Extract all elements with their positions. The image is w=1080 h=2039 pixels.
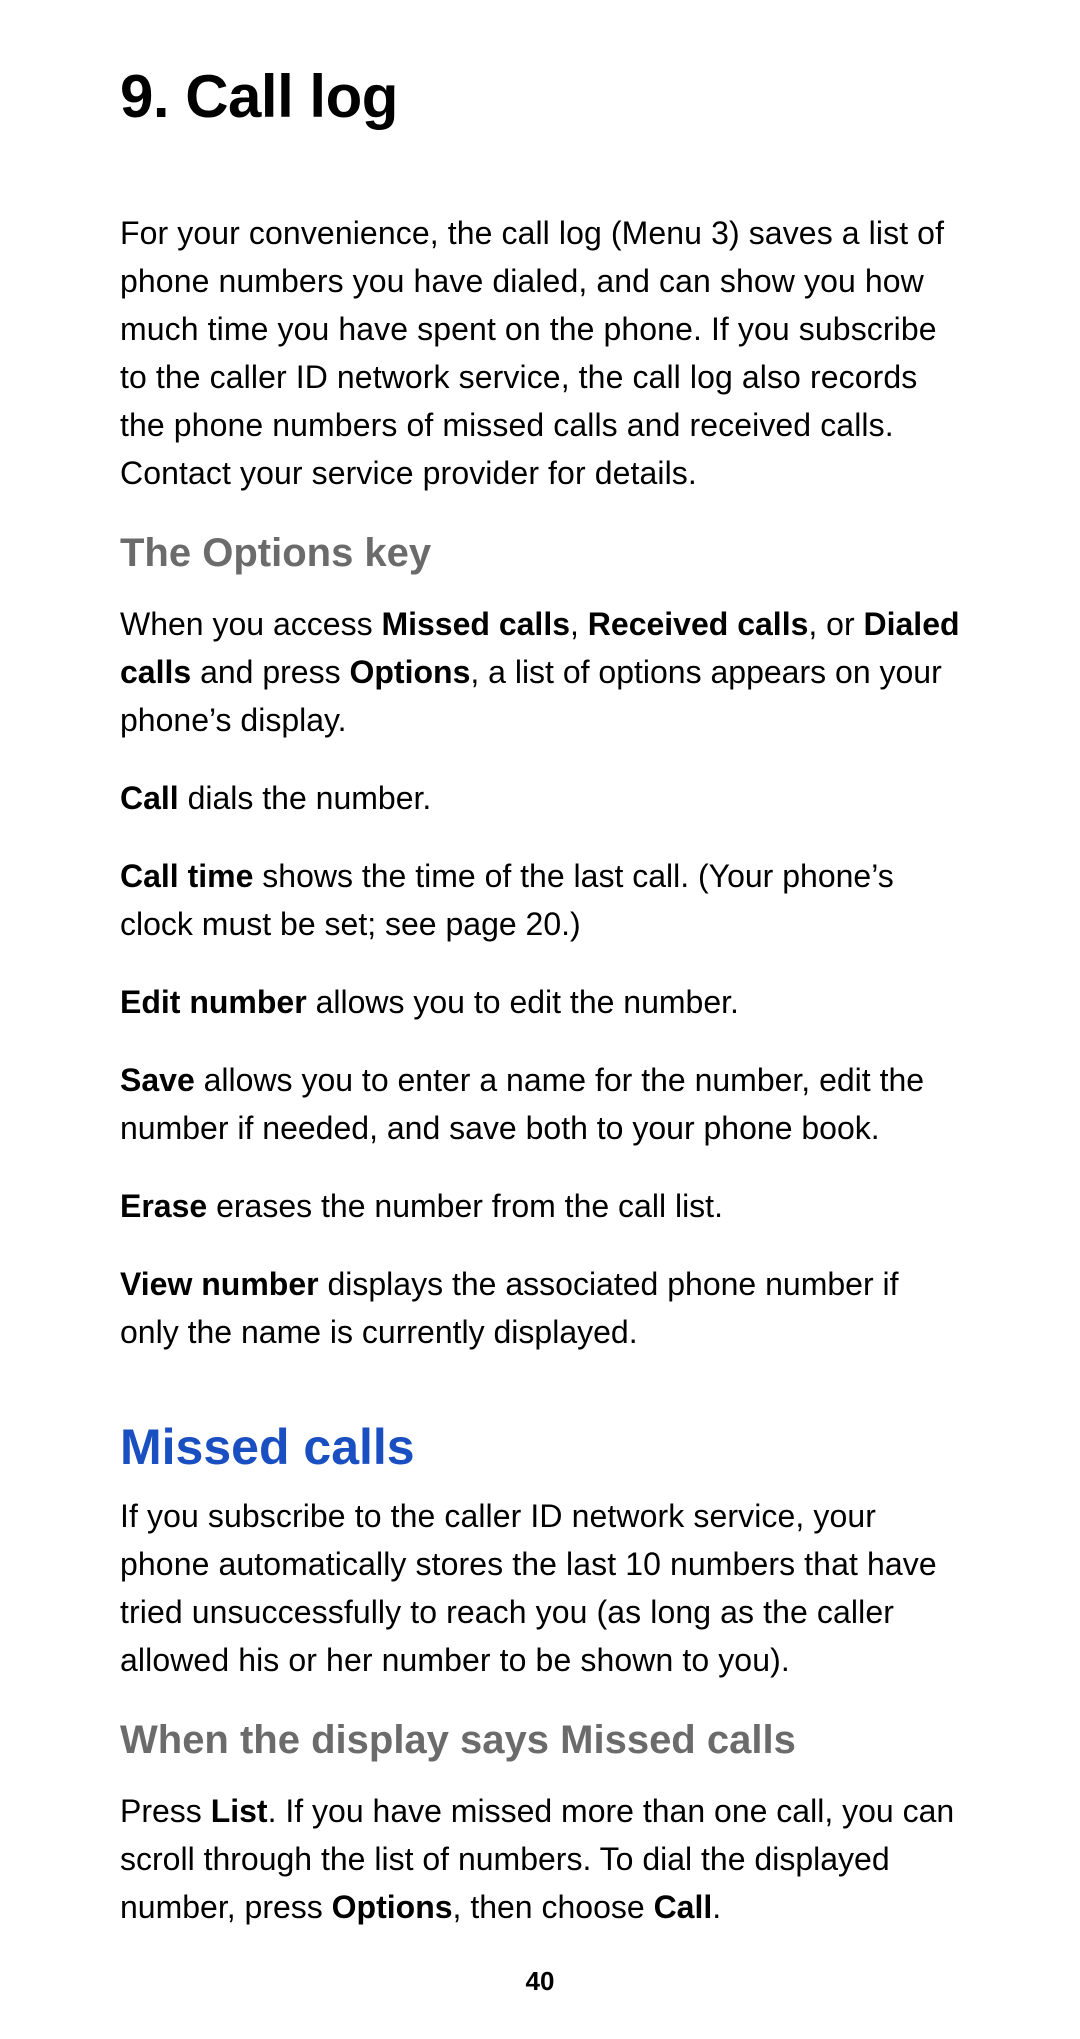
missed-calls-heading: Missed calls [120, 1418, 960, 1476]
option-edit-number-term: Edit number [120, 984, 307, 1020]
option-save-term: Save [120, 1062, 195, 1098]
text-fragment: . [712, 1889, 721, 1925]
option-call: Call dials the number. [120, 774, 960, 822]
bold-call: Call [654, 1889, 713, 1925]
missed-calls-instructions: Press List. If you have missed more than… [120, 1787, 960, 1931]
text-fragment: , or [808, 606, 863, 642]
option-call-time-term: Call time [120, 858, 253, 894]
option-edit-number-desc: allows you to edit the number. [307, 984, 739, 1020]
option-edit-number: Edit number allows you to edit the numbe… [120, 978, 960, 1026]
manual-page: 9. Call log For your convenience, the ca… [0, 0, 1080, 2039]
bold-options: Options [332, 1889, 453, 1925]
missed-calls-intro: If you subscribe to the caller ID networ… [120, 1492, 960, 1684]
text-fragment: , then choose [453, 1889, 654, 1925]
option-view-number: View number displays the associated phon… [120, 1260, 960, 1356]
option-call-desc: dials the number. [179, 780, 432, 816]
options-key-intro: When you access Missed calls, Received c… [120, 600, 960, 744]
bold-list: List [211, 1793, 268, 1829]
option-call-term: Call [120, 780, 179, 816]
text-fragment: Press [120, 1793, 211, 1829]
option-call-time: Call time shows the time of the last cal… [120, 852, 960, 948]
missed-calls-subheading: When the display says Missed calls [120, 1718, 960, 1763]
chapter-title: 9. Call log [120, 62, 960, 131]
option-view-number-term: View number [120, 1266, 319, 1302]
page-number: 40 [0, 1966, 1080, 1997]
chapter-intro: For your convenience, the call log (Menu… [120, 209, 960, 497]
text-fragment: , [570, 606, 588, 642]
bold-missed-calls: Missed calls [381, 606, 570, 642]
option-erase-term: Erase [120, 1188, 207, 1224]
options-key-heading: The Options key [120, 531, 960, 576]
option-erase-desc: erases the number from the call list. [207, 1188, 723, 1224]
option-erase: Erase erases the number from the call li… [120, 1182, 960, 1230]
bold-options: Options [349, 654, 470, 690]
bold-received-calls: Received calls [588, 606, 809, 642]
text-fragment: and press [191, 654, 349, 690]
text-fragment: When you access [120, 606, 381, 642]
option-save: Save allows you to enter a name for the … [120, 1056, 960, 1152]
option-save-desc: allows you to enter a name for the numbe… [120, 1062, 924, 1146]
